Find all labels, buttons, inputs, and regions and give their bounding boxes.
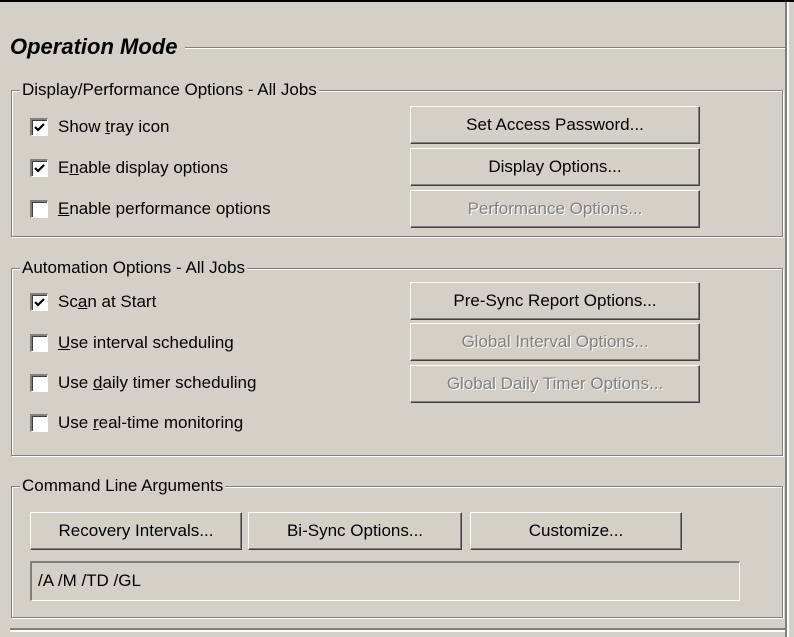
scan-at-start-checkbox[interactable]: Scan at Start (30, 292, 156, 312)
group-label: Automation Options - All Jobs (20, 257, 248, 279)
recovery-intervals-button[interactable]: Recovery Intervals... (30, 512, 242, 550)
use-real-time-monitoring-checkbox[interactable]: Use real-time monitoring (30, 413, 243, 433)
group-label: Display/Performance Options - All Jobs (20, 79, 319, 101)
performance-options-button[interactable]: Performance Options... (410, 190, 700, 228)
checkbox-label: Enable display options (58, 158, 229, 177)
checkbox-label: Show tray icon (58, 117, 170, 136)
customize-button[interactable]: Customize... (470, 512, 682, 550)
checkbox-label: Use daily timer scheduling (58, 373, 257, 392)
enable-performance-options-checkbox[interactable]: Enable performance options (30, 199, 271, 219)
checkbox-label: Enable performance options (58, 199, 271, 218)
right-border (785, 2, 789, 637)
checkbox-box[interactable] (30, 414, 48, 432)
checkbox-box[interactable] (30, 374, 48, 392)
display-options-button[interactable]: Display Options... (410, 148, 700, 186)
checkbox-box[interactable] (30, 293, 48, 311)
checkbox-box[interactable] (30, 200, 48, 218)
section-header: Operation Mode (10, 34, 785, 64)
checkbox-box[interactable] (30, 159, 48, 177)
checkmark-icon (34, 164, 45, 173)
enable-display-options-checkbox[interactable]: Enable display options (30, 158, 228, 178)
group-label: Command Line Arguments (20, 475, 226, 497)
checkmark-icon (34, 123, 45, 132)
top-border (0, 0, 794, 2)
global-daily-timer-options-button[interactable]: Global Daily Timer Options... (410, 365, 700, 403)
checkbox-box[interactable] (30, 334, 48, 352)
bottom-border (10, 628, 785, 632)
checkbox-label: Use real-time monitoring (58, 413, 244, 432)
use-interval-scheduling-checkbox[interactable]: Use interval scheduling (30, 333, 234, 353)
pre-sync-report-options-button[interactable]: Pre-Sync Report Options... (410, 282, 700, 320)
checkbox-box[interactable] (30, 118, 48, 136)
checkbox-label: Scan at Start (58, 292, 157, 311)
page-title: Operation Mode (10, 34, 186, 60)
command-line-arguments-field[interactable]: /A /M /TD /GL (30, 561, 740, 601)
checkmark-icon (34, 298, 45, 307)
bi-sync-options-button[interactable]: Bi-Sync Options... (248, 512, 462, 550)
checkbox-label: Use interval scheduling (58, 333, 234, 352)
show-tray-icon-checkbox[interactable]: Show tray icon (30, 117, 170, 137)
use-daily-timer-scheduling-checkbox[interactable]: Use daily timer scheduling (30, 373, 256, 393)
set-access-password-button[interactable]: Set Access Password... (410, 106, 700, 144)
global-interval-options-button[interactable]: Global Interval Options... (410, 323, 700, 361)
